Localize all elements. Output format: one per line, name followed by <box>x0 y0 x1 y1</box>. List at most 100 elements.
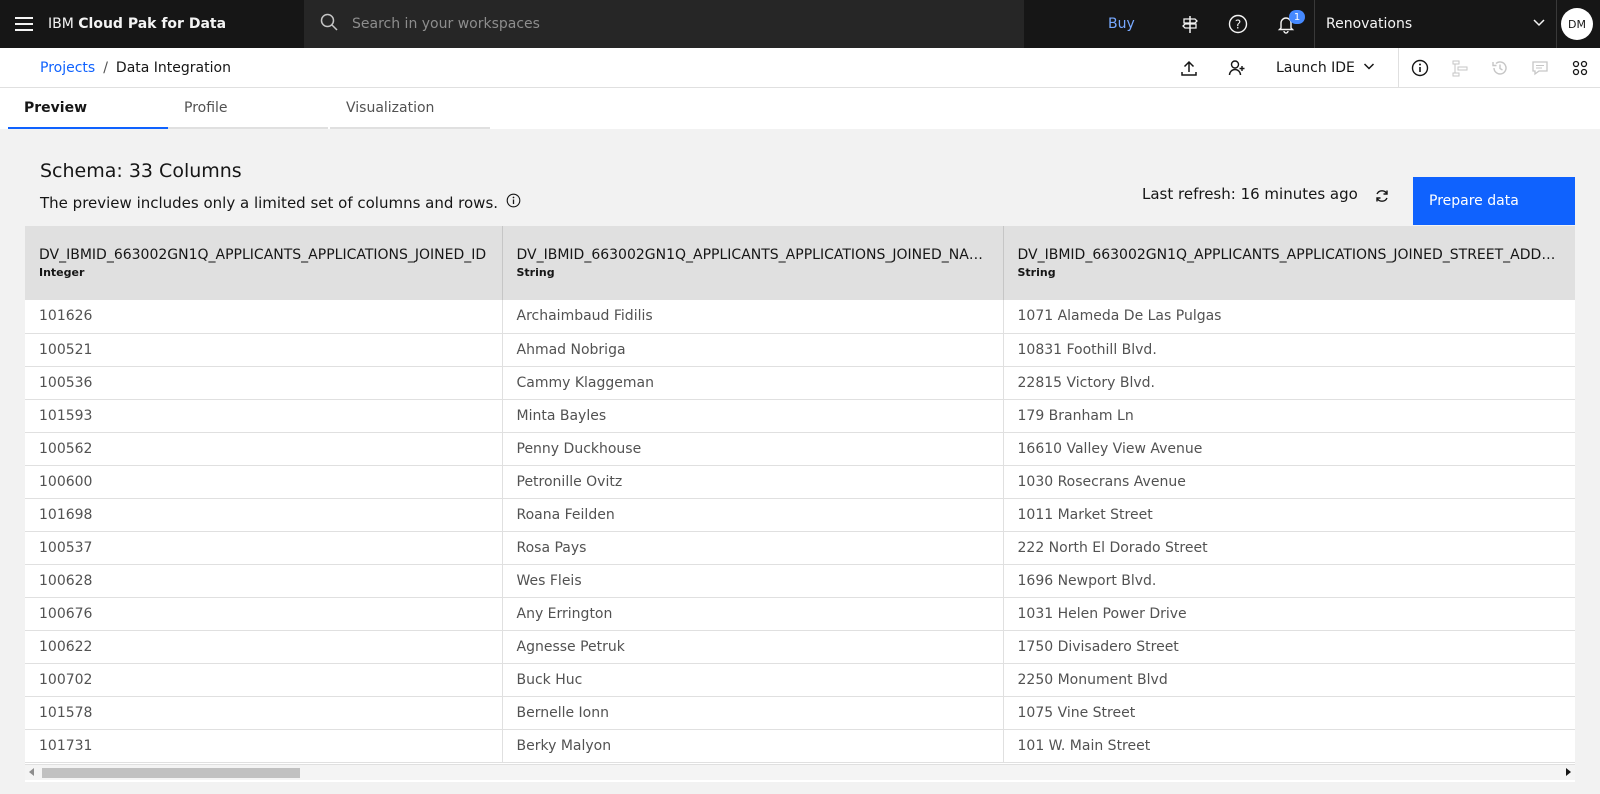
table-cell: 1696 Newport Blvd. <box>1003 564 1575 598</box>
scroll-right-icon[interactable] <box>1566 768 1571 776</box>
table-row: 100562 Penny Duckhouse 16610 Valley View A… <box>25 432 1575 466</box>
notifications-icon[interactable]: 1 <box>1262 0 1310 48</box>
table-cell: Bernelle Ionn <box>502 696 1004 730</box>
history-icon[interactable] <box>1480 48 1520 88</box>
top-header: IBM Cloud Pak for Data Buy ? 1 Renovatio… <box>0 0 1600 48</box>
breadcrumb-current: Data Integration <box>115 60 231 76</box>
table-cell: 101731 <box>25 729 503 763</box>
column-type: String <box>1017 266 1056 279</box>
table-row: 101731 Berky Malyon 101 W. Main Street <box>25 729 1575 763</box>
signpost-icon[interactable] <box>1166 0 1214 48</box>
table-row: 100676 Any Errington 1031 Helen Power Driv… <box>25 597 1575 631</box>
global-search[interactable] <box>304 0 1024 48</box>
svg-text:?: ? <box>1235 18 1241 32</box>
table-cell: Agnesse Petruk <box>502 630 1004 664</box>
column-header[interactable]: DV_IBMID_663002GN1Q_APPLICANTS_APPLICATI… <box>1003 226 1575 300</box>
horizontal-scrollbar[interactable] <box>25 764 1575 780</box>
header-divider <box>1314 0 1315 48</box>
header-divider <box>1556 0 1557 48</box>
launch-ide-label: Launch IDE <box>1276 60 1355 76</box>
search-icon <box>320 13 338 35</box>
tab-bar: Preview Profile Visualization <box>0 88 1600 129</box>
upload-icon[interactable] <box>1169 48 1209 88</box>
table-cell: Archaimbaud Fidilis <box>502 300 1004 334</box>
column-header[interactable]: DV_IBMID_663002GN1Q_APPLICANTS_APPLICATI… <box>502 226 1004 300</box>
table-row: 100622 Agnesse Petruk 1750 Divisadero Stre… <box>25 630 1575 664</box>
workspace-selector[interactable]: Renovations <box>1316 0 1556 48</box>
table-cell: Ahmad Nobriga <box>502 333 1004 367</box>
workspace-name: Renovations <box>1326 16 1413 32</box>
launch-ide-menu[interactable]: Launch IDE <box>1276 48 1375 88</box>
table-cell: 10831 Foothill Blvd. <box>1003 333 1575 367</box>
table-cell: Berky Malyon <box>502 729 1004 763</box>
column-name: DV_IBMID_663002GN1Q_APPLICANTS_APPLICATI… <box>516 247 989 263</box>
table-cell: 1075 Vine Street <box>1003 696 1575 730</box>
lineage-icon[interactable] <box>1440 48 1480 88</box>
table-cell: Any Errington <box>502 597 1004 631</box>
breadcrumb-separator: / <box>103 60 108 76</box>
table-cell: 101578 <box>25 696 503 730</box>
table-cell: 101 W. Main Street <box>1003 729 1575 763</box>
table-cell: Roana Feilden <box>502 498 1004 532</box>
table-row: 100536 Cammy Klaggeman 22815 Victory Blvd. <box>25 366 1575 400</box>
table-row: 100521 Ahmad Nobriga 10831 Foothill Blvd. <box>25 333 1575 367</box>
breadcrumb-projects-link[interactable]: Projects <box>40 60 95 76</box>
menu-icon[interactable] <box>0 0 48 48</box>
table-cell: 222 North El Dorado Street <box>1003 531 1575 565</box>
add-user-icon[interactable] <box>1217 48 1257 88</box>
apps-icon[interactable] <box>1560 48 1600 88</box>
tab-preview[interactable]: Preview <box>8 88 168 129</box>
notification-badge: 1 <box>1289 10 1305 24</box>
table-cell: 100600 <box>25 465 503 499</box>
table-cell: 1750 Divisadero Street <box>1003 630 1575 664</box>
table-cell: 16610 Valley View Avenue <box>1003 432 1575 466</box>
info-icon[interactable] <box>506 193 521 212</box>
table-cell: 100562 <box>25 432 503 466</box>
refresh-icon[interactable] <box>1370 184 1394 208</box>
buy-link[interactable]: Buy <box>1108 0 1135 48</box>
table-cell: 1071 Alameda De Las Pulgas <box>1003 300 1575 334</box>
last-refresh: Last refresh: 16 minutes ago <box>1142 185 1358 203</box>
preview-note: The preview includes only a limited set … <box>40 193 521 212</box>
table-cell: 1011 Market Street <box>1003 498 1575 532</box>
table-row: 101593 Minta Bayles 179 Branham Ln <box>25 399 1575 433</box>
tab-visualization[interactable]: Visualization <box>330 88 490 129</box>
table-header-row: DV_IBMID_663002GN1Q_APPLICANTS_APPLICATI… <box>25 226 1575 300</box>
table-cell: 100536 <box>25 366 503 400</box>
tab-profile[interactable]: Profile <box>168 88 328 129</box>
product-title: Cloud Pak for Data <box>78 16 227 32</box>
table-cell: 1030 Rosecrans Avenue <box>1003 465 1575 499</box>
search-input[interactable] <box>352 16 952 32</box>
prepare-data-button[interactable]: Prepare data <box>1413 177 1575 225</box>
table-cell: Wes Fleis <box>502 564 1004 598</box>
column-header[interactable]: DV_IBMID_663002GN1Q_APPLICANTS_APPLICATI… <box>25 226 503 300</box>
table-cell: 179 Branham Ln <box>1003 399 1575 433</box>
schema-title: Schema: 33 Columns <box>40 160 242 182</box>
table-cell: 22815 Victory Blvd. <box>1003 366 1575 400</box>
table-row: 100600 Petronille Ovitz 1030 Rosecrans Ave… <box>25 465 1575 499</box>
table-cell: 101626 <box>25 300 503 334</box>
chevron-down-icon <box>1363 60 1375 76</box>
table-cell: 100521 <box>25 333 503 367</box>
table-row: 101626 Archaimbaud Fidilis 1071 Alameda De… <box>25 300 1575 334</box>
table-row: 100537 Rosa Pays 222 North El Dorado Stree… <box>25 531 1575 565</box>
help-icon[interactable]: ? <box>1214 0 1262 48</box>
data-preview-table: DV_IBMID_663002GN1Q_APPLICANTS_APPLICATI… <box>25 226 1575 782</box>
table-cell: Penny Duckhouse <box>502 432 1004 466</box>
table-row: 100702 Buck Huc 2250 Monument Blvd <box>25 663 1575 697</box>
chevron-down-icon <box>1532 15 1546 33</box>
table-cell: 100537 <box>25 531 503 565</box>
column-name: DV_IBMID_663002GN1Q_APPLICANTS_APPLICATI… <box>39 247 487 263</box>
comment-icon[interactable] <box>1520 48 1560 88</box>
project-toolbar: Projects / Data Integration Launch IDE <box>0 48 1600 88</box>
table-cell: 101698 <box>25 498 503 532</box>
scrollbar-thumb[interactable] <box>42 768 300 778</box>
avatar[interactable]: DM <box>1561 8 1593 40</box>
info-icon[interactable] <box>1400 48 1440 88</box>
table-row: 100628 Wes Fleis 1696 Newport Blvd. <box>25 564 1575 598</box>
table-cell: 100628 <box>25 564 503 598</box>
column-type: String <box>516 266 555 279</box>
scroll-left-icon[interactable] <box>29 768 34 776</box>
table-cell: Cammy Klaggeman <box>502 366 1004 400</box>
product-name[interactable]: IBM Cloud Pak for Data <box>48 16 298 32</box>
